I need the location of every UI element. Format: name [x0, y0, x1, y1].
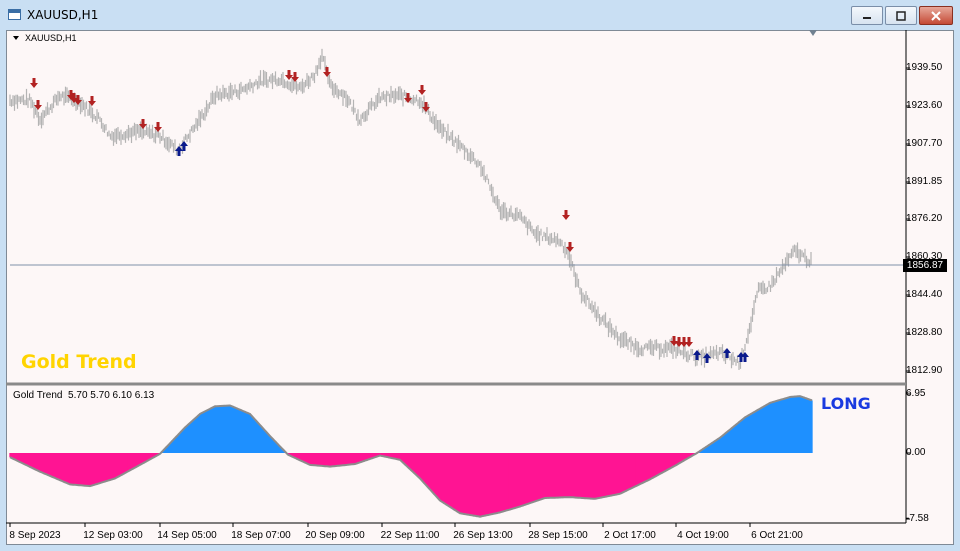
time-axis-label: 12 Sep 03:00: [83, 530, 143, 541]
time-axis-label: 4 Oct 19:00: [677, 530, 729, 541]
time-axis-label: 22 Sep 11:00: [380, 530, 440, 541]
indicator-axis-label: 6.95: [906, 388, 926, 399]
indicator-name: Gold Trend: [13, 390, 63, 401]
symbol-label: XAUUSD,H1: [25, 33, 77, 43]
time-axis-label: 18 Sep 07:00: [231, 530, 291, 541]
signal-arrows: [30, 67, 749, 363]
price-axis-label: 1812.90: [906, 365, 943, 376]
time-axis-label: 26 Sep 13:00: [453, 530, 513, 541]
sell-arrow-icon: [285, 70, 293, 80]
indicator-axis-label: 0.00: [906, 447, 926, 458]
time-axis-label: 8 Sep 2023: [9, 530, 61, 541]
time-axis-label: 20 Sep 09:00: [305, 530, 365, 541]
price-axis-label: 1828.80: [906, 327, 943, 338]
price-axis-label: 1907.70: [906, 138, 943, 149]
gold-trend-title: Gold Trend: [21, 351, 137, 373]
sell-arrow-icon: [562, 210, 570, 220]
price-axis-label: 1844.40: [906, 289, 943, 300]
sell-arrow-icon: [685, 337, 693, 347]
long-signal-label: LONG: [821, 394, 871, 413]
time-axis-label: 6 Oct 21:00: [751, 530, 803, 541]
indicator-label: Gold Trend 5.70 5.70 6.10 6.13: [13, 390, 154, 401]
time-axis-label: 28 Sep 15:00: [528, 530, 588, 541]
sell-arrow-icon: [566, 242, 574, 252]
indicator-axis-label: -7.58: [906, 513, 929, 524]
price-bars: [9, 48, 812, 370]
price-axis-label: 1939.50: [906, 62, 943, 73]
price-axis-label: 1923.60: [906, 100, 943, 111]
indicator-values: 5.70 5.70 6.10 6.13: [68, 390, 155, 401]
price-axis-label: 1860.30: [906, 251, 943, 262]
price-axis-label: 1876.20: [906, 213, 943, 224]
chart-canvas[interactable]: [0, 0, 960, 551]
sell-arrow-icon: [30, 78, 38, 88]
time-axis-label: 2 Oct 17:00: [604, 530, 656, 541]
chart-shift-icon[interactable]: [809, 30, 817, 36]
gold-trend-histogram: [9, 395, 813, 518]
sell-arrow-icon: [418, 85, 426, 95]
price-axis-label: 1891.85: [906, 176, 943, 187]
time-axis-label: 14 Sep 05:00: [157, 530, 217, 541]
symbol-dropdown-icon[interactable]: [13, 36, 19, 40]
